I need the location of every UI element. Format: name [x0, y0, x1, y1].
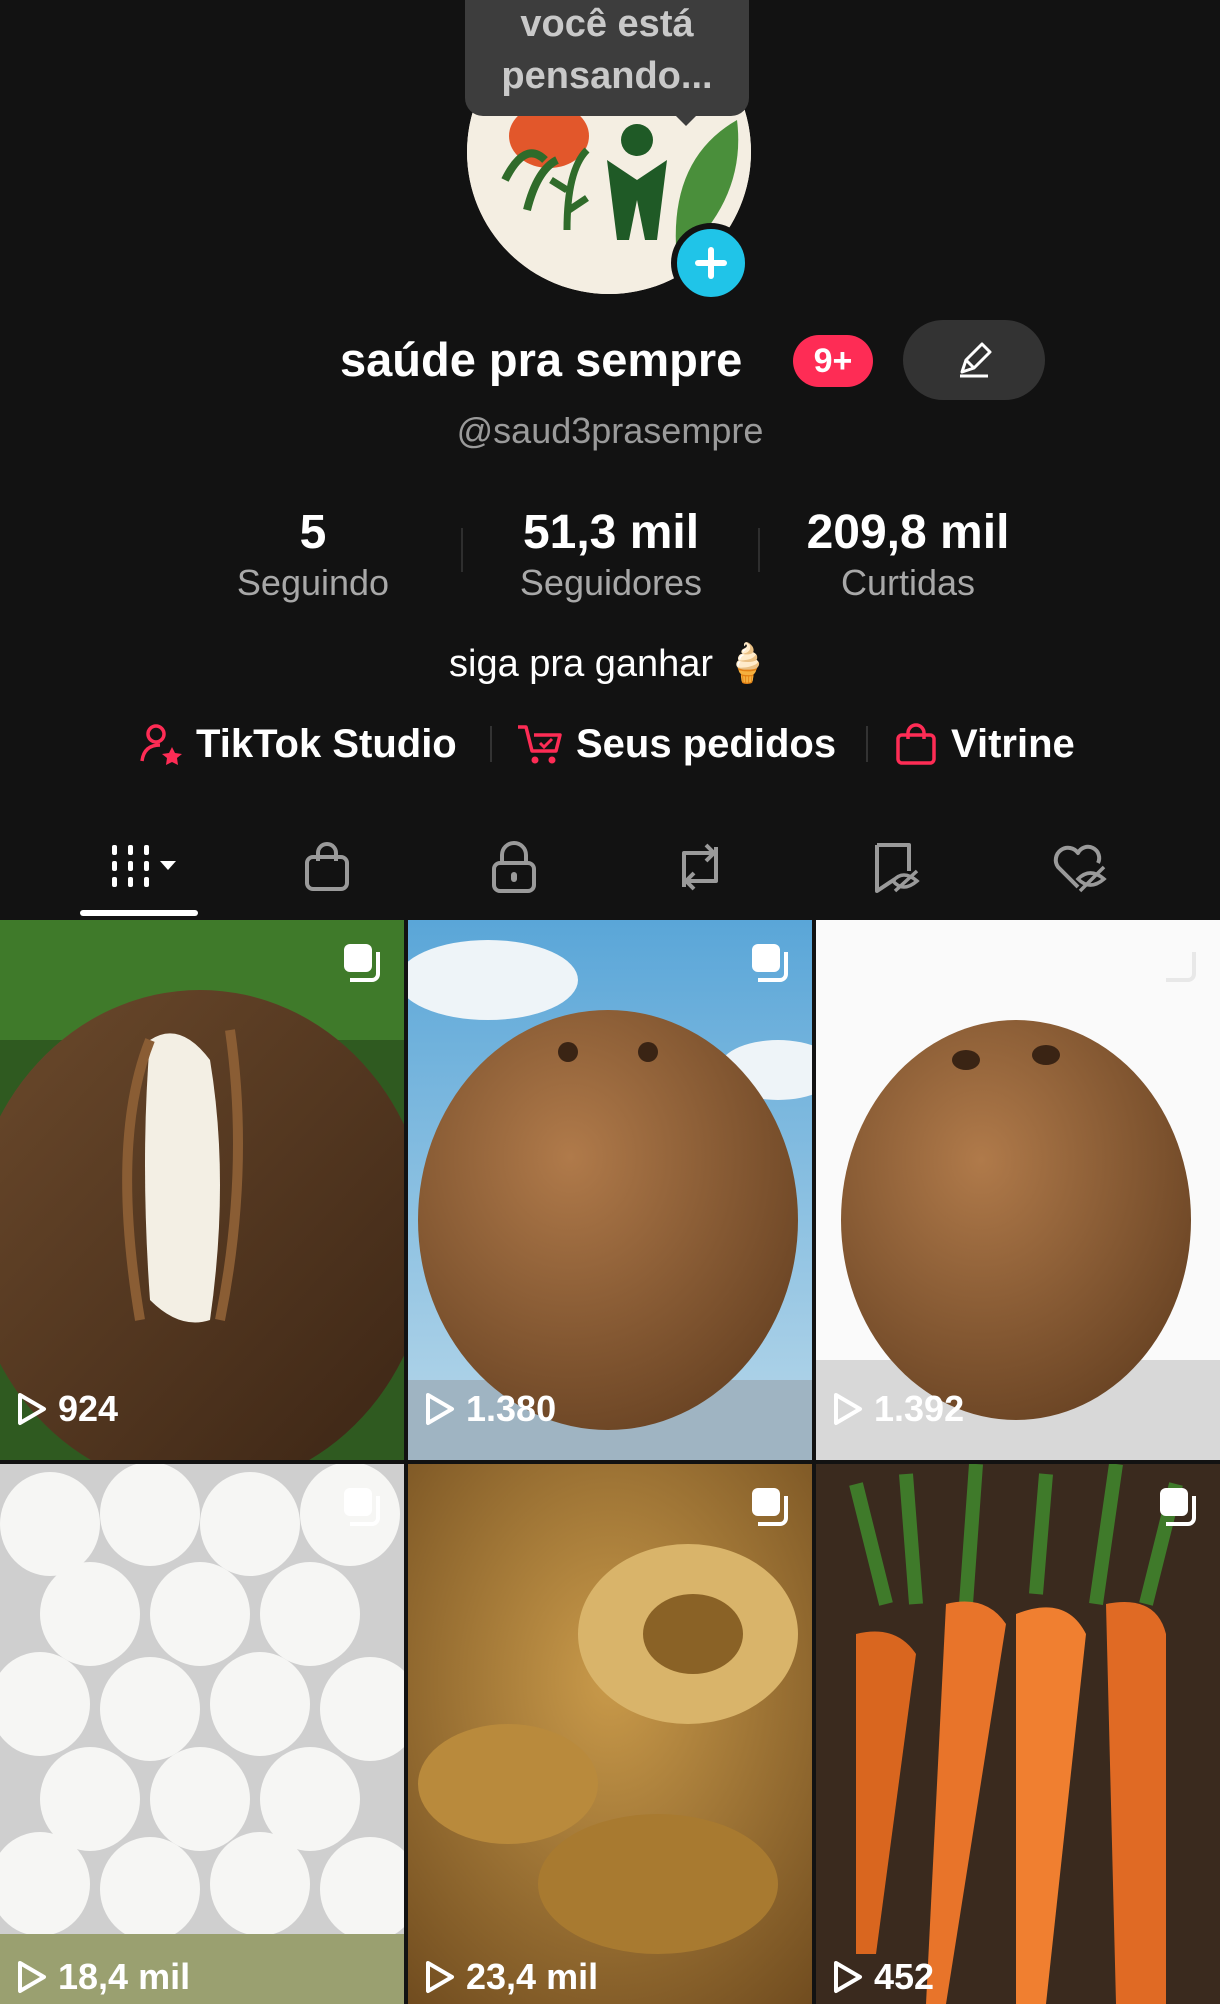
link-label: TikTok Studio [196, 721, 457, 766]
profile-bio: siga pra ganhar 🍦 [449, 643, 771, 685]
video-thumbnail[interactable]: 18,4 mil [0, 1464, 404, 2004]
play-icon [834, 1393, 862, 1425]
video-thumbnail[interactable]: 924 [0, 920, 404, 1460]
stat-value: 209,8 mil [806, 506, 1010, 559]
eggs-image [0, 1464, 404, 2004]
heart-hidden-icon [1053, 844, 1107, 893]
play-icon [18, 1393, 46, 1425]
view-count-text: 1.392 [874, 1388, 965, 1429]
multi-video-icon [344, 944, 380, 982]
tab-shop[interactable] [272, 822, 382, 912]
view-count: 23,4 mil [424, 1956, 598, 1998]
view-count: 1.380 [424, 1388, 556, 1430]
stat-label: Curtidas [840, 562, 976, 603]
play-icon [426, 1961, 454, 1993]
stat-value: 51,3 mil [522, 506, 700, 559]
multi-video-icon [344, 1488, 380, 1526]
stew-image [408, 1464, 812, 2004]
stat-followers[interactable]: 51,3 mil Seguidores [491, 505, 731, 605]
multi-video-icon [1160, 1488, 1196, 1526]
stat-label: Seguindo [236, 562, 390, 603]
bag-icon [305, 842, 349, 891]
view-count: 924 [16, 1388, 118, 1430]
studio-icon [140, 724, 182, 765]
play-icon [834, 1961, 862, 1993]
multi-video-icon [752, 944, 788, 982]
stat-divider [758, 528, 760, 572]
active-tab-indicator [80, 910, 198, 916]
view-count-text: 452 [874, 1956, 935, 1997]
view-count: 18,4 mil [16, 1956, 190, 1998]
link-label: Seus pedidos [576, 721, 837, 766]
stat-following[interactable]: 5 Seguindo [193, 505, 433, 605]
bookmark-hidden-icon [875, 843, 920, 893]
pencil-icon [960, 342, 992, 378]
view-count-text: 18,4 mil [58, 1956, 191, 1997]
tab-private[interactable] [459, 822, 569, 912]
tooltip-arrow [670, 110, 702, 126]
plus-icon [695, 247, 727, 279]
coconut-image [816, 920, 1220, 1460]
multi-video-icon [1166, 952, 1196, 982]
coconut-image [408, 920, 812, 1460]
tab-reposts[interactable] [645, 822, 755, 912]
carrots-image [816, 1464, 1220, 2004]
add-story-button[interactable] [671, 223, 751, 303]
cart-icon [518, 725, 562, 764]
video-thumbnail[interactable]: 1.380 [408, 920, 812, 1460]
view-count: 452 [832, 1956, 934, 1998]
grid-icon [112, 845, 176, 887]
stat-divider [461, 528, 463, 572]
coconut-image [0, 920, 404, 1460]
multi-video-icon [752, 1488, 788, 1526]
link-divider [490, 726, 492, 762]
showcase-link[interactable]: Vitrine [893, 716, 1075, 772]
profile-handle: @saud3prasempre [456, 410, 764, 451]
tab-liked[interactable] [1025, 822, 1135, 912]
video-thumbnail[interactable]: 1.392 [816, 920, 1220, 1460]
stat-value: 5 [299, 506, 327, 559]
lock-icon [492, 841, 536, 893]
edit-profile-button[interactable] [903, 320, 1045, 400]
stat-label: Seguidores [519, 562, 703, 603]
repost-icon [682, 843, 718, 891]
view-count: 1.392 [832, 1388, 964, 1430]
tab-favorites[interactable] [840, 822, 950, 912]
play-icon [18, 1961, 46, 1993]
view-count-text: 23,4 mil [466, 1956, 599, 1997]
view-count-text: 924 [58, 1388, 119, 1429]
orders-link[interactable]: Seus pedidos [516, 716, 836, 772]
tiktok-studio-link[interactable]: TikTok Studio [138, 716, 457, 772]
stat-likes[interactable]: 209,8 mil Curtidas [788, 505, 1028, 605]
tab-videos[interactable] [88, 822, 198, 912]
bag-icon [896, 723, 936, 765]
link-divider [866, 726, 868, 762]
story-tooltip[interactable]: você está pensando... [465, 0, 749, 116]
link-label: Vitrine [951, 721, 1075, 766]
video-thumbnail[interactable]: 452 [816, 1464, 1220, 2004]
video-thumbnail[interactable]: 23,4 mil [408, 1464, 812, 2004]
view-count-text: 1.380 [466, 1388, 557, 1429]
profile-name: saúde pra sempre [340, 333, 743, 386]
play-icon [426, 1393, 454, 1425]
notification-badge[interactable]: 9+ [793, 335, 873, 387]
